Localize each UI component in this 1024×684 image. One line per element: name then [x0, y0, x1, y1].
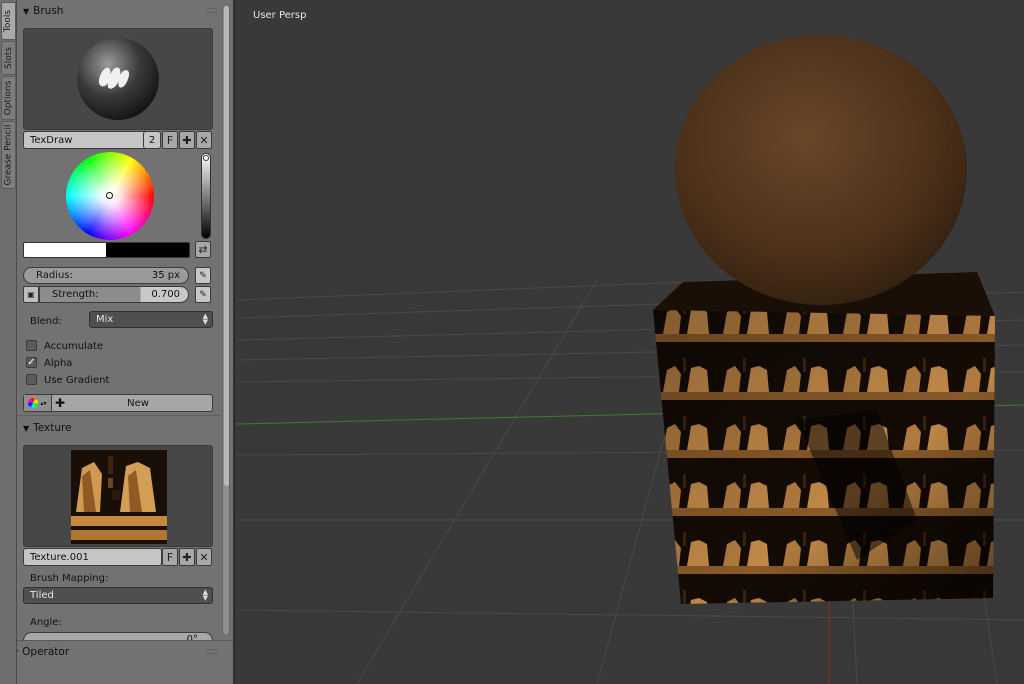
swap-colors-button[interactable]: ⇄ — [195, 241, 211, 258]
brush-panel-title: Brush — [33, 5, 64, 17]
blend-dropdown[interactable]: Mix ▲ ▼ — [89, 311, 213, 328]
blend-label: Blend: — [30, 316, 62, 327]
swap-icon: ⇄ — [198, 243, 208, 256]
collapse-triangle-icon: ▼ — [17, 648, 18, 657]
operator-panel-title: Operator — [22, 646, 70, 658]
tab-options[interactable]: Options — [1, 76, 16, 120]
brush-panel-header[interactable]: ▼ Brush — [17, 1, 233, 21]
viewport-scene — [237, 35, 1024, 684]
tool-shelf-tabs: Tools Slots Options Grease Pencil — [0, 0, 17, 684]
radius-pressure-button[interactable]: ✎ — [195, 267, 211, 284]
color-wheel-cursor[interactable] — [106, 192, 113, 199]
accumulate-checkbox[interactable] — [26, 340, 37, 351]
strength-pressure-button[interactable]: ✎ — [195, 286, 211, 303]
texture-panel-header[interactable]: ▼ Texture — [17, 418, 233, 438]
value-slider-handle[interactable] — [203, 155, 209, 161]
secondary-color-swatch[interactable] — [106, 243, 189, 257]
strength-slider[interactable]: Strength: 0.700 — [39, 286, 189, 303]
value-slider[interactable] — [201, 153, 211, 239]
palette-row: ▴▾ ✚ New — [23, 394, 213, 412]
alpha-checkbox[interactable]: ✓ — [26, 357, 37, 368]
strength-lock-button[interactable]: ▣ — [23, 286, 39, 303]
add-texture-button[interactable]: ✚ — [179, 548, 195, 566]
collapse-triangle-icon: ▼ — [23, 6, 30, 16]
scrollbar-thumb[interactable] — [224, 6, 229, 486]
angle-label: Angle: — [30, 617, 62, 628]
primary-color-swatch[interactable] — [24, 243, 106, 257]
texture-preview[interactable] — [23, 445, 213, 547]
panel-grip-icon[interactable] — [207, 8, 217, 13]
unlink-brush-button[interactable]: ✕ — [196, 131, 212, 149]
alpha-label: Alpha — [44, 358, 73, 369]
brush-preview-icon — [77, 38, 159, 120]
brown-sphere — [675, 35, 967, 305]
close-icon: ✕ — [199, 133, 209, 147]
brush-users-count: 2 — [143, 131, 161, 149]
blender-window: Tools Slots Options Grease Pencil ▼ Brus… — [0, 0, 1024, 684]
textured-cube — [653, 272, 995, 604]
use-gradient-checkbox[interactable] — [26, 374, 37, 385]
close-icon: ✕ — [199, 550, 209, 564]
collapse-triangle-icon: ▼ — [23, 423, 30, 433]
brush-mapping-label: Brush Mapping: — [30, 573, 109, 584]
tab-grease-pencil[interactable]: Grease Pencil — [1, 121, 16, 189]
viewport-perspective-label: User Persp — [253, 10, 307, 21]
texture-panel-title: Texture — [33, 422, 72, 434]
new-palette-button[interactable]: New — [24, 398, 212, 409]
tool-shelf-scrollbar[interactable] — [222, 4, 230, 636]
tab-tools[interactable]: Tools — [1, 2, 16, 40]
add-icon: ✚ — [182, 133, 192, 147]
panel-grip-icon[interactable] — [207, 649, 217, 654]
radius-slider[interactable]: Radius: 35 px — [23, 267, 189, 284]
brush-mapping-dropdown[interactable]: Tiled ▲ ▼ — [23, 587, 213, 604]
fake-user-button[interactable]: F — [162, 131, 178, 149]
pressure-icon: ✎ — [199, 270, 207, 281]
checkmark-icon: ✓ — [27, 357, 36, 368]
updown-arrow-icon: ▲ ▼ — [202, 312, 208, 326]
brush-name-field[interactable]: TexDraw — [23, 131, 156, 149]
tool-shelf: ▼ Brush TexDraw 2 F ✚ ✕ ⇄ Radius: 35 px … — [17, 0, 235, 684]
operator-panel-header[interactable]: ▼ Operator — [17, 642, 233, 662]
brush-preview[interactable] — [23, 28, 213, 130]
texture-fake-user-button[interactable]: F — [162, 548, 178, 566]
updown-arrow-icon: ▲ ▼ — [202, 588, 208, 602]
3d-viewport[interactable]: User Persp — [237, 0, 1024, 684]
texture-name-field[interactable]: Texture.001 — [23, 548, 162, 566]
color-swatches — [23, 242, 190, 258]
use-gradient-label: Use Gradient — [44, 375, 110, 386]
lock-icon: ▣ — [27, 290, 35, 299]
color-wheel[interactable] — [66, 152, 154, 240]
pressure-icon: ✎ — [199, 289, 207, 300]
accumulate-label: Accumulate — [44, 341, 104, 352]
tab-slots[interactable]: Slots — [1, 41, 16, 75]
add-brush-button[interactable]: ✚ — [179, 131, 195, 149]
panel-divider — [17, 415, 220, 416]
add-icon: ✚ — [182, 550, 192, 564]
texture-thumbnail — [71, 450, 167, 544]
unlink-texture-button[interactable]: ✕ — [196, 548, 212, 566]
